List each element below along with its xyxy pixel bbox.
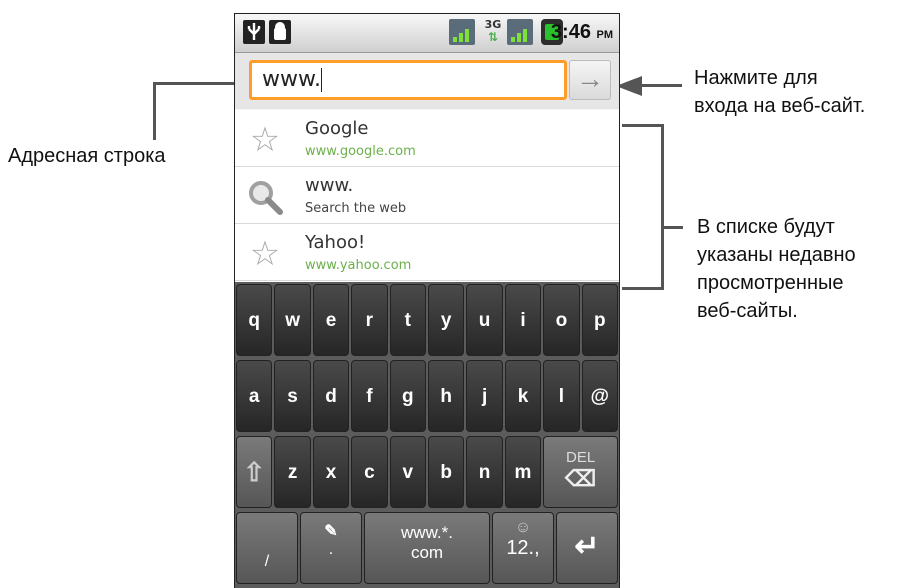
usb-icon bbox=[243, 20, 265, 44]
url-input[interactable]: www. bbox=[249, 60, 567, 100]
key-i[interactable]: i bbox=[504, 284, 542, 356]
key-r[interactable]: r bbox=[351, 284, 388, 356]
arrow-right-icon: → bbox=[576, 63, 604, 94]
suggestion-title: www. bbox=[305, 175, 354, 196]
key-e[interactable]: e bbox=[312, 284, 350, 356]
bracket-line bbox=[661, 124, 664, 290]
phone-screen: 3G ⇅ 3:46 PM www. → ☆ Google www.google.… bbox=[235, 14, 619, 588]
key-n[interactable]: n bbox=[466, 436, 503, 508]
key-j[interactable]: j bbox=[466, 360, 503, 432]
suggestion-title: Google bbox=[305, 118, 369, 139]
key-x[interactable]: x bbox=[312, 436, 350, 508]
callout-line: указаны недавно bbox=[697, 244, 856, 266]
key-l[interactable]: l bbox=[543, 360, 580, 432]
arrowhead-icon bbox=[616, 76, 642, 96]
go-button-callout: Нажмите для входа на веб-сайт. bbox=[694, 64, 865, 120]
bracket-line bbox=[622, 124, 664, 127]
url-value: www. bbox=[262, 67, 321, 92]
leader-line bbox=[153, 82, 156, 140]
key-b[interactable]: b bbox=[428, 436, 465, 508]
backspace-icon: ⌫ bbox=[565, 466, 597, 491]
android-debug-icon bbox=[269, 20, 291, 44]
star-icon[interactable]: ☆ bbox=[245, 234, 285, 274]
www-label: www.*. bbox=[401, 523, 453, 542]
symbols-key[interactable]: ☺ 12., bbox=[492, 512, 554, 584]
key-p[interactable]: p bbox=[581, 284, 618, 356]
shift-arrow-icon: ⇧ bbox=[243, 457, 266, 487]
key-m[interactable]: m bbox=[504, 436, 542, 508]
3g-data-icon: 3G ⇅ bbox=[484, 18, 502, 44]
period-key[interactable]: ✎. bbox=[300, 512, 362, 584]
leader-line bbox=[640, 84, 682, 87]
text-caret bbox=[320, 68, 322, 92]
key-at[interactable]: @ bbox=[581, 360, 618, 432]
go-button[interactable]: → bbox=[569, 60, 611, 100]
com-label: com bbox=[410, 543, 444, 562]
slash-key[interactable]: / bbox=[236, 512, 298, 584]
suggestion-item[interactable]: www. Search the web bbox=[235, 167, 619, 224]
key-w[interactable]: w bbox=[274, 284, 311, 356]
key-d[interactable]: d bbox=[312, 360, 350, 432]
enter-key[interactable]: ↵ bbox=[556, 512, 618, 584]
callout-line: входа на веб-сайт. bbox=[694, 95, 866, 117]
suggestion-subtitle: Search the web bbox=[305, 201, 407, 216]
bracket-line bbox=[622, 287, 664, 290]
key-u[interactable]: u bbox=[466, 284, 503, 356]
signal-icon bbox=[507, 19, 533, 45]
shift-key[interactable]: ⇧ bbox=[236, 436, 273, 508]
search-icon bbox=[245, 177, 285, 217]
del-label: DEL bbox=[565, 449, 596, 466]
clock: 3:46 PM bbox=[551, 21, 613, 44]
key-y[interactable]: y bbox=[428, 284, 465, 356]
smiley-icon: ☺ bbox=[514, 519, 532, 536]
key-q[interactable]: q bbox=[236, 284, 273, 356]
suggestion-url: www.yahoo.com bbox=[305, 258, 412, 273]
key-g[interactable]: g bbox=[389, 360, 426, 432]
signal-icon bbox=[449, 19, 475, 45]
key-s[interactable]: s bbox=[274, 360, 311, 432]
suggestion-list: ☆ Google www.google.com www. Search the … bbox=[235, 110, 619, 284]
clock-ampm: PM bbox=[596, 29, 614, 41]
list-callout: В списке будут указаны недавно просмотре… bbox=[697, 213, 856, 325]
delete-key[interactable]: DEL ⌫ bbox=[543, 436, 618, 508]
address-bar-callout: Адресная строка bbox=[8, 145, 166, 167]
key-f[interactable]: f bbox=[351, 360, 388, 432]
callout-line: Нажмите для bbox=[694, 67, 818, 89]
key-a[interactable]: a bbox=[236, 360, 273, 432]
status-bar: 3G ⇅ 3:46 PM bbox=[235, 14, 619, 53]
callout-line: веб-сайты. bbox=[697, 300, 798, 322]
pencil-icon: ✎ bbox=[324, 523, 338, 540]
suggestion-title: Yahoo! bbox=[305, 232, 366, 253]
callout-line: В списке будут bbox=[697, 216, 835, 238]
key-h[interactable]: h bbox=[428, 360, 465, 432]
period-label: . bbox=[328, 541, 334, 558]
key-o[interactable]: o bbox=[543, 284, 580, 356]
key-z[interactable]: z bbox=[274, 436, 311, 508]
soft-keyboard: q w e r t y u i o p a s d f g h j k l @ ⇧ z x c v b n m DEL ⌫ / ✎. www.*… bbox=[235, 282, 619, 588]
suggestion-item[interactable]: ☆ Yahoo! www.yahoo.com bbox=[235, 224, 619, 281]
suggestion-item[interactable]: ☆ Google www.google.com bbox=[235, 110, 619, 167]
key-v[interactable]: v bbox=[389, 436, 426, 508]
symbols-label: 12., bbox=[506, 537, 540, 559]
address-bar: www. → bbox=[235, 53, 619, 109]
clock-time: 3:46 bbox=[550, 21, 591, 43]
enter-icon: ↵ bbox=[574, 530, 600, 563]
suggestion-url: www.google.com bbox=[305, 144, 416, 159]
key-c[interactable]: c bbox=[351, 436, 388, 508]
key-t[interactable]: t bbox=[389, 284, 426, 356]
slash-label: / bbox=[264, 553, 270, 570]
bracket-line bbox=[661, 226, 683, 229]
star-icon[interactable]: ☆ bbox=[245, 120, 285, 160]
key-k[interactable]: k bbox=[504, 360, 542, 432]
www-com-key[interactable]: www.*. com bbox=[364, 512, 490, 584]
callout-line: просмотренные bbox=[697, 272, 844, 294]
